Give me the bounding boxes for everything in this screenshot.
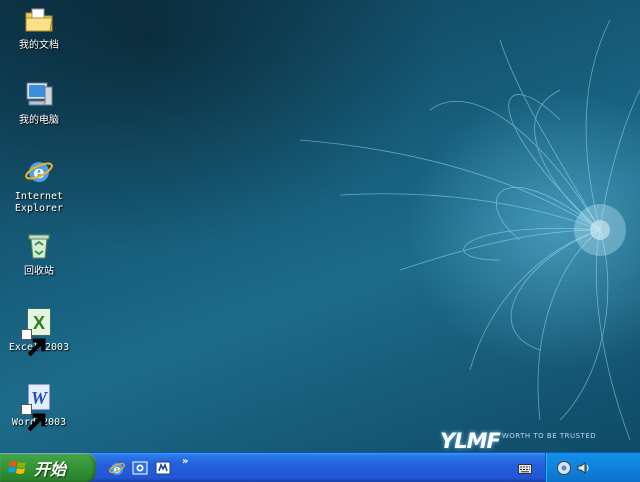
shortcut-arrow-icon [21, 404, 46, 432]
show-desktop-icon [132, 461, 148, 475]
brand-slogan: WORTH TO BE TRUSTED [501, 432, 597, 440]
network-icon[interactable] [556, 460, 572, 476]
recycle-bin-icon [23, 230, 55, 262]
internet-explorer-icon: e [108, 463, 126, 476]
brand-logo: YLMF [440, 429, 501, 452]
excel-icon: X [21, 306, 55, 357]
start-label: 开始 [34, 459, 67, 479]
quick-launch-show-desktop[interactable] [131, 459, 149, 477]
media-player-icon [155, 461, 171, 475]
desktop[interactable]: 我的文档 我的电脑 e Internet Explorer 回收站 X Exce… [0, 0, 640, 452]
desktop-icon-excel-2003[interactable]: X Excel 2003 [2, 306, 76, 357]
quick-launch-media-player[interactable] [154, 459, 172, 477]
desktop-icon-label: 我的电脑 [19, 115, 59, 126]
desktop-icon-my-computer[interactable]: 我的电脑 [2, 79, 76, 127]
keyboard-icon[interactable] [518, 463, 532, 475]
wallpaper-flower-rays [299, 19, 640, 441]
taskbar: 开始 e » [0, 452, 640, 482]
volume-icon[interactable] [576, 460, 592, 476]
desktop-icon-label: 我的文档 [19, 40, 59, 51]
desktop-icon-my-documents[interactable]: 我的文档 [2, 4, 76, 52]
desktop-icon-recycle-bin[interactable]: 回收站 [2, 230, 76, 278]
shortcut-arrow-icon [21, 329, 46, 357]
desktop-icon-label: 回收站 [24, 266, 54, 277]
word-icon: W [21, 381, 55, 432]
quick-launch-internet-explorer[interactable]: e [108, 459, 126, 477]
start-button[interactable]: 开始 [0, 453, 96, 482]
internet-explorer-icon: e [23, 155, 55, 187]
folder-with-documents-icon [23, 4, 55, 36]
windows-logo-icon [8, 460, 26, 474]
quick-launch-chevron-icon[interactable]: » [182, 456, 188, 467]
system-tray [545, 453, 640, 482]
computer-icon [23, 79, 55, 111]
desktop-icon-word-2003[interactable]: W Word 2003 [2, 381, 76, 432]
desktop-icon-label: Internet Explorer [14, 191, 64, 214]
desktop-icon-internet-explorer[interactable]: e Internet Explorer [2, 155, 76, 215]
brand-watermark: YLMF WORTH TO BE TRUSTED [440, 428, 596, 452]
